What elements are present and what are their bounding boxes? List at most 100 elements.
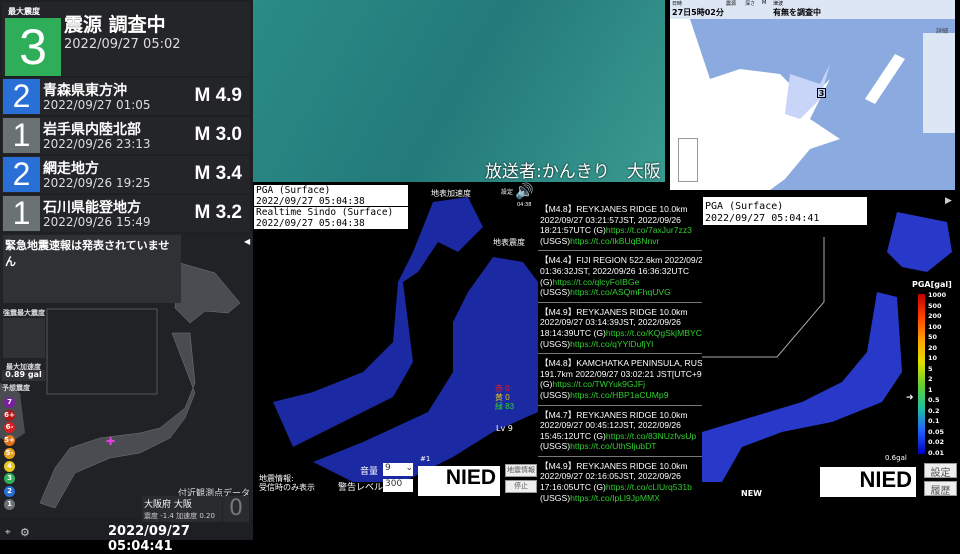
- legend-ticks: 1000 500 200 100 50 20 10 5 2 1 0.5 0.2 0.1 0.05 0.02 0…: [928, 290, 946, 458]
- volume-select[interactable]: 9 ⌄: [383, 463, 413, 476]
- detail-link[interactable]: 詳細: [936, 26, 948, 35]
- quake-time: 2022/09/26 15:49: [43, 215, 151, 229]
- strong-max-box: [3, 318, 45, 358]
- legend-tick: 50: [928, 333, 938, 341]
- feed-link[interactable]: https://t.co/qlcyFoIBGe: [552, 277, 639, 287]
- locate-icon[interactable]: ⌖: [5, 527, 11, 538]
- quake-place: 青森県東方沖: [43, 83, 127, 99]
- feed-item[interactable]: 【M4.8】REYKJANES RIDGE 10.0km 2022/09/27 0…: [538, 200, 702, 252]
- legend-tick: 1000: [928, 291, 947, 299]
- legend-tick: 1: [928, 385, 933, 394]
- feed-time: 2022/09/27 02:16:05JST, 2022/09/26: [540, 471, 681, 482]
- pga-timestamp: PGA (Surface) 2022/09/27 05:04:38: [253, 184, 409, 208]
- intensity-scale-item: 1: [4, 498, 15, 510]
- current-pga: 0.6gal: [885, 454, 907, 462]
- feed-link[interactable]: https://t.co/KQgSkjMBYC: [606, 328, 702, 338]
- quake-time: 2022/09/27 01:05: [43, 98, 151, 112]
- quake-time: 2022/09/26 23:13: [43, 137, 151, 151]
- quake-history-row[interactable]: 2 網走地方 2022/09/26 19:25 M 3.4: [2, 156, 250, 193]
- gear-icon[interactable]: ⚙: [20, 526, 30, 539]
- jma-header: 日時 27日5時02分 震源 深さ M 津波 有無を調査中: [670, 0, 955, 19]
- legend-tick: 20: [928, 343, 938, 352]
- quake-place: 岩手県内陸北部: [43, 122, 141, 138]
- speaker-icon[interactable]: 🔊: [515, 182, 534, 200]
- label-sindo: 地表震度: [493, 238, 525, 247]
- latest-quake-card[interactable]: 最大震度 3 震源 調査中 2022/09/27 05:02: [2, 2, 250, 76]
- realtime-intensity-map: [273, 197, 538, 482]
- max-intensity-label: 最大震度: [8, 7, 40, 16]
- usgs-feed[interactable]: 【M4.8】REYKJANES RIDGE 10.0km 2022/09/27 0…: [538, 200, 702, 505]
- intensity-badge: 1: [3, 196, 40, 231]
- epicenter-marker-icon: ✚: [106, 435, 115, 448]
- intensity-badge: 3: [817, 88, 826, 98]
- h1: 震源: [726, 1, 737, 7]
- eew-status: 緊急地震速報は発表されていません: [3, 235, 181, 303]
- stop-button[interactable]: 停止: [505, 480, 537, 493]
- new-label: NEW: [741, 489, 762, 498]
- legend-tick: 5: [928, 364, 933, 373]
- quake-history-row[interactable]: 1 石川県能登地方 2022/09/26 15:49 M 3.2: [2, 195, 250, 232]
- intensity-scale-item: 5-: [4, 447, 15, 459]
- date-label: 日時: [672, 1, 683, 7]
- feed-link[interactable]: https://t.co/HBP1aCUMp9: [570, 390, 668, 400]
- feed-label: 15:45:12UTC (G): [540, 430, 606, 441]
- feed-label: (G): [540, 276, 553, 287]
- feed-link[interactable]: https://t.co/83NUzfvsUp: [606, 431, 696, 441]
- feed-item[interactable]: 【M4.7】REYKJANES RIDGE 10.0km 2022/09/27 0…: [538, 406, 702, 457]
- quake-time: 2022/09/27 05:02: [64, 37, 181, 52]
- legend-tick: 0.5: [928, 396, 940, 404]
- pga-timestamp: PGA (Surface) 2022/09/27 05:04:41: [702, 196, 868, 226]
- intensity-scale-item: 6+: [4, 409, 15, 421]
- settings-button[interactable]: 設定: [924, 463, 957, 479]
- feed-item[interactable]: 【M4.9】REYKJANES RIDGE 10.0km 2022/09/27 0…: [538, 457, 702, 505]
- strong-max-label: 強震最大震度: [3, 309, 45, 317]
- station-intensity: 震度 -1.4: [144, 512, 174, 520]
- quake-history-row[interactable]: 1 岩手県内陸北部 2022/09/26 23:13 M 3.0: [2, 117, 250, 154]
- quake-place: 網走地方: [43, 161, 99, 177]
- feed-link[interactable]: https://t.co/7axJur7zz3: [606, 225, 692, 235]
- feed-time: 2022/09/27 03:21:57JST, 2022/09/26: [540, 214, 681, 225]
- station-name: 大阪府 大阪: [144, 500, 192, 510]
- alert-level-select[interactable]: 300: [383, 479, 413, 492]
- station-accel: 加速度 0.20: [176, 512, 215, 520]
- quake-info-button[interactable]: 地震情報: [505, 464, 537, 477]
- feed-link[interactable]: https://t.co/cLlUrq531b: [606, 482, 692, 492]
- intensity-scale-item: 4: [4, 460, 15, 472]
- feed-link[interactable]: https://t.co/TWYuk9GJFj: [552, 379, 645, 389]
- collapse-arrow-icon[interactable]: ◀: [244, 237, 250, 246]
- settings-link[interactable]: 設定: [501, 187, 513, 196]
- legend-tick: 2: [928, 375, 933, 383]
- feed-label: 18:14:39UTC (G): [540, 327, 606, 338]
- feed-item[interactable]: 【M4.8】KAMCHATKA PENINSULA, RUSSIA 191.7km…: [538, 354, 702, 406]
- feed-label: (USGS): [540, 338, 571, 349]
- sindo-timestamp: Realtime Sindo (Surface) 2022/09/27 05:04…: [253, 206, 409, 230]
- label-accel: 地表加速度: [431, 189, 471, 198]
- feed-time: 2022/09/27 03:14:39JST, 2022/09/26: [540, 317, 681, 328]
- history-button[interactable]: 履歴: [924, 481, 957, 497]
- max-intensity-badge: 3: [5, 18, 61, 76]
- nied-logo: NIED: [820, 467, 916, 497]
- quake-history-row[interactable]: 2 青森県東方沖 2022/09/27 01:05 M 4.9: [2, 78, 250, 115]
- legend-tick: 10: [928, 354, 938, 362]
- current-clock: 2022/09/27 05:04:41: [108, 524, 190, 554]
- intensity-badge: 1: [3, 118, 40, 153]
- quake-info-note: 地震情報: 受信時のみ表示: [259, 474, 315, 492]
- pga-colorbar: [918, 294, 925, 454]
- level: Lv 9: [496, 424, 513, 433]
- legend-tick: 500: [928, 301, 942, 310]
- epicenter: 震源 調査中: [64, 14, 166, 36]
- feed-link[interactable]: https://t.co/qYYlDufjYl: [570, 339, 653, 349]
- feed-item[interactable]: 【M4.4】FIJI REGION 522.6km 2022/09/27 01:3…: [538, 251, 702, 303]
- feed-link[interactable]: https://t.co/IpLl9JpMMX: [570, 493, 660, 503]
- feed-item[interactable]: 【M4.9】REYKJANES RIDGE 10.0km 2022/09/27 0…: [538, 303, 702, 355]
- max-accel-value: 0.89 gal: [2, 370, 45, 381]
- legend-tick: 0.05: [928, 427, 945, 436]
- play-icon[interactable]: ▶: [945, 196, 952, 206]
- jma-map[interactable]: 日時 27日5時02分 震源 深さ M 津波 有無を調査中 3 詳細: [670, 0, 955, 190]
- feed-link[interactable]: https://t.co/UthSIjubDT: [570, 441, 656, 451]
- feed-time: 191.7km 2022/09/27 03:02:21 JST[UTC+9]: [540, 368, 702, 379]
- feed-link[interactable]: https://t.co/ASQmFhqUVG: [570, 287, 671, 297]
- feed-link[interactable]: https://t.co/IkBUqBNnvr: [570, 236, 659, 246]
- feed-label: (USGS): [540, 492, 571, 503]
- feed-headline: 【M4.8】KAMCHATKA PENINSULA, RUSSIA: [540, 358, 702, 369]
